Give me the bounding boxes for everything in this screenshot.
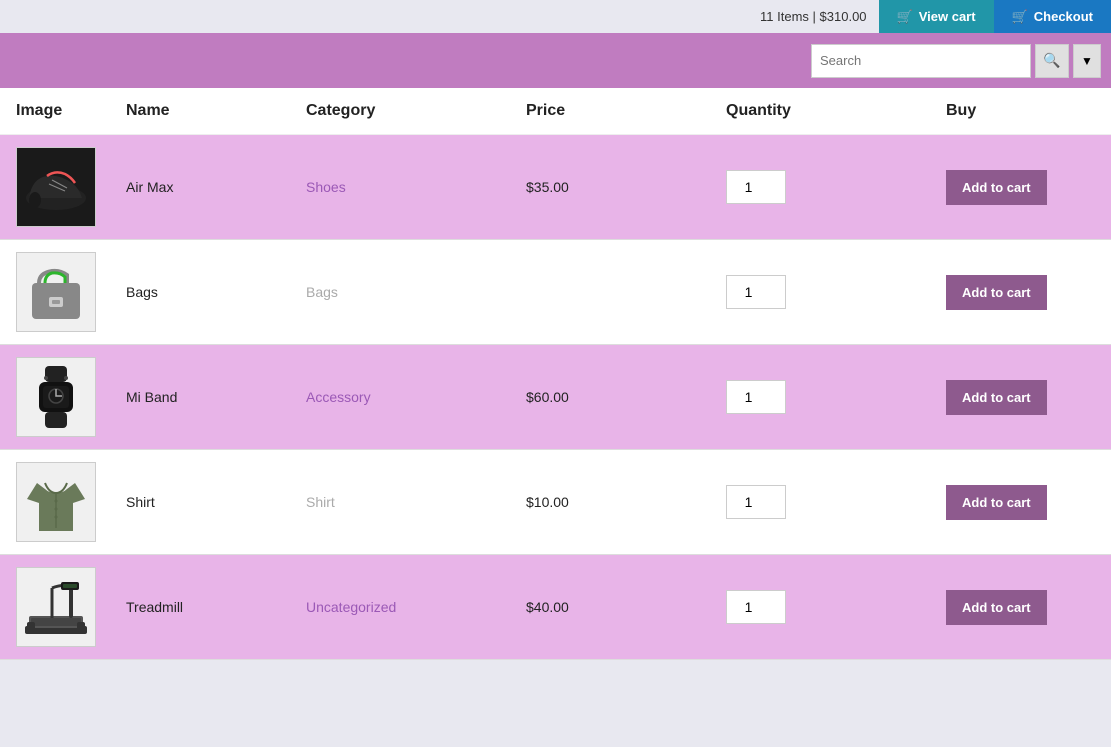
product-name: Treadmill (126, 599, 306, 615)
col-category: Category (306, 102, 526, 120)
product-price: $10.00 (526, 494, 726, 510)
table-row: Bags Bags Add to cart (0, 240, 1111, 345)
product-image-air-max (16, 147, 96, 227)
buy-cell: Add to cart (946, 170, 1095, 205)
product-name: Mi Band (126, 389, 306, 405)
table-header: Image Name Category Price Quantity Buy (0, 88, 1111, 135)
col-name: Name (126, 102, 306, 120)
product-price: $60.00 (526, 389, 726, 405)
product-name: Shirt (126, 494, 306, 510)
top-bar: 11 Items | $310.00 🛒 View cart 🛒 Checkou… (0, 0, 1111, 33)
chevron-down-icon: ▼ (1081, 54, 1093, 68)
checkout-button[interactable]: 🛒 Checkout (994, 0, 1111, 33)
product-image-mi-band (16, 357, 96, 437)
quantity-input[interactable] (726, 485, 786, 519)
buy-cell: Add to cart (946, 485, 1095, 520)
buy-cell: Add to cart (946, 380, 1095, 415)
product-price: $40.00 (526, 599, 726, 615)
view-cart-button[interactable]: 🛒 View cart (879, 0, 994, 33)
quantity-input[interactable] (726, 380, 786, 414)
checkout-icon: 🛒 (1012, 9, 1028, 25)
product-image-shirt (16, 462, 96, 542)
product-category: Bags (306, 284, 526, 300)
product-category: Uncategorized (306, 599, 526, 615)
product-price: $35.00 (526, 179, 726, 195)
add-to-cart-button[interactable]: Add to cart (946, 170, 1047, 205)
product-image-treadmill (16, 567, 96, 647)
quantity-input[interactable] (726, 590, 786, 624)
product-name: Air Max (126, 179, 306, 195)
product-table: Image Name Category Price Quantity Buy A… (0, 88, 1111, 660)
col-image: Image (16, 102, 126, 120)
add-to-cart-button[interactable]: Add to cart (946, 590, 1047, 625)
table-row: Mi Band Accessory $60.00 Add to cart (0, 345, 1111, 450)
table-row: Treadmill Uncategorized $40.00 Add to ca… (0, 555, 1111, 660)
quantity-input[interactable] (726, 170, 786, 204)
col-buy: Buy (946, 102, 1095, 120)
purple-header: 🔍 ▼ (0, 33, 1111, 88)
product-category: Accessory (306, 389, 526, 405)
cart-icon: 🛒 (897, 9, 913, 25)
col-price: Price (526, 102, 726, 120)
search-button[interactable]: 🔍 (1035, 44, 1069, 78)
product-name: Bags (126, 284, 306, 300)
quantity-cell (726, 590, 946, 624)
add-to-cart-button[interactable]: Add to cart (946, 380, 1047, 415)
table-row: Air Max Shoes $35.00 Add to cart (0, 135, 1111, 240)
quantity-input[interactable] (726, 275, 786, 309)
table-row: Shirt Shirt $10.00 Add to cart (0, 450, 1111, 555)
product-rows: Air Max Shoes $35.00 Add to cart (0, 135, 1111, 660)
product-image-bags (16, 252, 96, 332)
search-icon: 🔍 (1043, 52, 1060, 69)
search-box (811, 44, 1031, 78)
quantity-cell (726, 275, 946, 309)
quantity-cell (726, 485, 946, 519)
dropdown-button[interactable]: ▼ (1073, 44, 1101, 78)
add-to-cart-button[interactable]: Add to cart (946, 275, 1047, 310)
buy-cell: Add to cart (946, 590, 1095, 625)
col-quantity: Quantity (726, 102, 946, 120)
search-input[interactable] (820, 53, 1022, 68)
product-category: Shoes (306, 179, 526, 195)
quantity-cell (726, 380, 946, 414)
product-category: Shirt (306, 494, 526, 510)
quantity-cell (726, 170, 946, 204)
buy-cell: Add to cart (946, 275, 1095, 310)
add-to-cart-button[interactable]: Add to cart (946, 485, 1047, 520)
cart-info: 11 Items | $310.00 (748, 0, 878, 33)
